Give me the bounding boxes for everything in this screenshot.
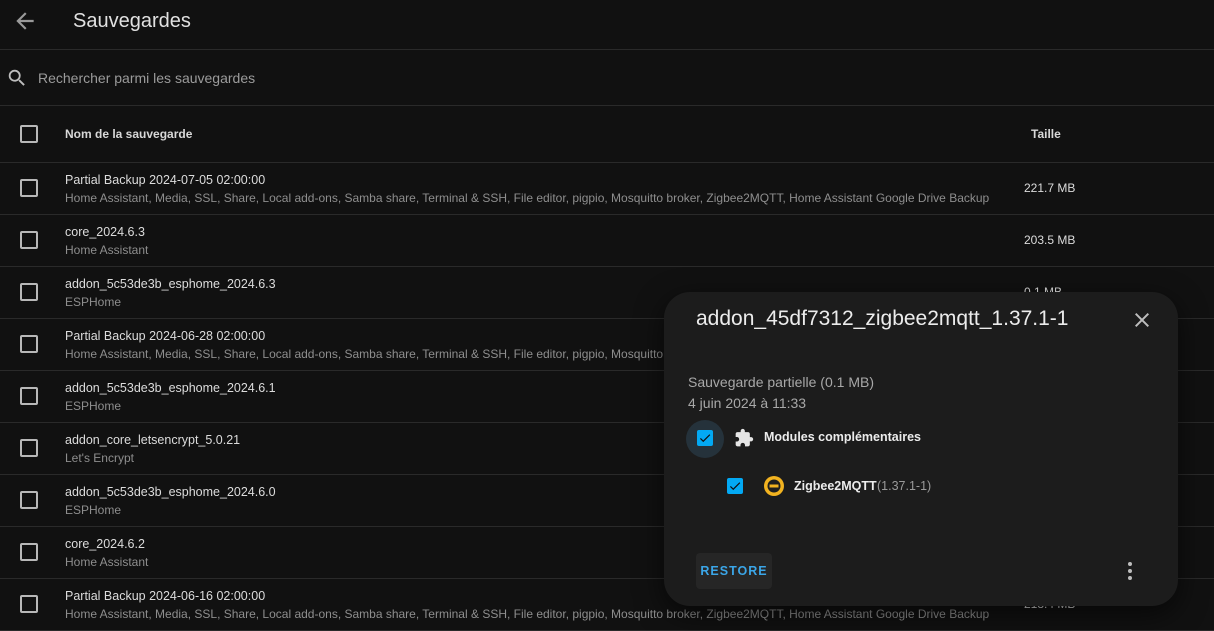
backup-name: addon_5c53de3b_esphome_2024.6.3 (65, 277, 276, 291)
backup-contents: Home Assistant, Media, SSL, Share, Local… (65, 607, 990, 621)
puzzle-icon (735, 428, 754, 447)
page-title: Sauvegardes (73, 10, 191, 32)
addons-label: Modules complémentaires (764, 430, 921, 444)
addons-checkbox[interactable] (697, 430, 713, 446)
search-icon (8, 69, 25, 86)
addon-version: (1.37.1-1) (877, 479, 932, 493)
more-vert-icon[interactable] (1118, 558, 1142, 584)
addon-zigbee2mqtt-checkbox[interactable] (727, 478, 743, 494)
close-icon[interactable] (1130, 308, 1154, 332)
backup-name: addon_core_letsencrypt_5.0.21 (65, 433, 241, 447)
backup-name: Partial Backup 2024-06-28 02:00:00 (65, 329, 266, 343)
backup-name: addon_5c53de3b_esphome_2024.6.1 (65, 381, 276, 395)
row-checkbox[interactable] (20, 231, 38, 249)
select-all-checkbox[interactable] (20, 125, 38, 143)
zigbee2mqtt-logo-icon (764, 476, 784, 496)
backup-name: addon_5c53de3b_esphome_2024.6.0 (65, 485, 276, 499)
check-icon (729, 482, 741, 491)
backup-size: 221.7 MB (1024, 181, 1076, 195)
table-row[interactable]: core_2024.6.3 Home Assistant 203.5 MB (0, 215, 1214, 267)
backup-details-dialog: addon_45df7312_zigbee2mqtt_1.37.1-1 Sauv… (664, 292, 1178, 606)
backup-name: Partial Backup 2024-07-05 02:00:00 (65, 173, 266, 187)
backup-size: 203.5 MB (1024, 233, 1076, 247)
column-header-name[interactable]: Nom de la sauvegarde (65, 127, 192, 141)
row-checkbox[interactable] (20, 179, 38, 197)
row-checkbox[interactable] (20, 439, 38, 457)
arrow-left-icon[interactable] (12, 8, 38, 34)
row-checkbox[interactable] (20, 543, 38, 561)
backup-contents: Home Assistant (65, 243, 149, 257)
top-app-bar: Sauvegardes (0, 0, 1214, 50)
table-row[interactable]: Partial Backup 2024-07-05 02:00:00 Home … (0, 163, 1214, 215)
row-checkbox[interactable] (20, 491, 38, 509)
row-checkbox[interactable] (20, 335, 38, 353)
row-checkbox[interactable] (20, 595, 38, 613)
search-input[interactable] (36, 65, 940, 91)
row-checkbox[interactable] (20, 283, 38, 301)
search-bar (0, 50, 1214, 106)
backup-name: Partial Backup 2024-06-16 02:00:00 (65, 589, 266, 603)
backup-name: core_2024.6.2 (65, 537, 145, 551)
check-icon (699, 434, 711, 443)
table-header: Nom de la sauvegarde Taille (0, 106, 1214, 163)
backup-type: Sauvegarde partielle (0.1 MB) (688, 374, 874, 390)
backup-date: 4 juin 2024 à 11:33 (688, 395, 807, 411)
backup-name: core_2024.6.3 (65, 225, 145, 239)
row-checkbox[interactable] (20, 387, 38, 405)
column-header-size[interactable]: Taille (1031, 127, 1061, 141)
backup-contents: Home Assistant, Media, SSL, Share, Local… (65, 191, 990, 205)
addon-name: Zigbee2MQTT (794, 479, 877, 493)
dialog-title: addon_45df7312_zigbee2mqtt_1.37.1-1 (696, 307, 1069, 330)
restore-button[interactable]: RESTORE (696, 553, 772, 589)
